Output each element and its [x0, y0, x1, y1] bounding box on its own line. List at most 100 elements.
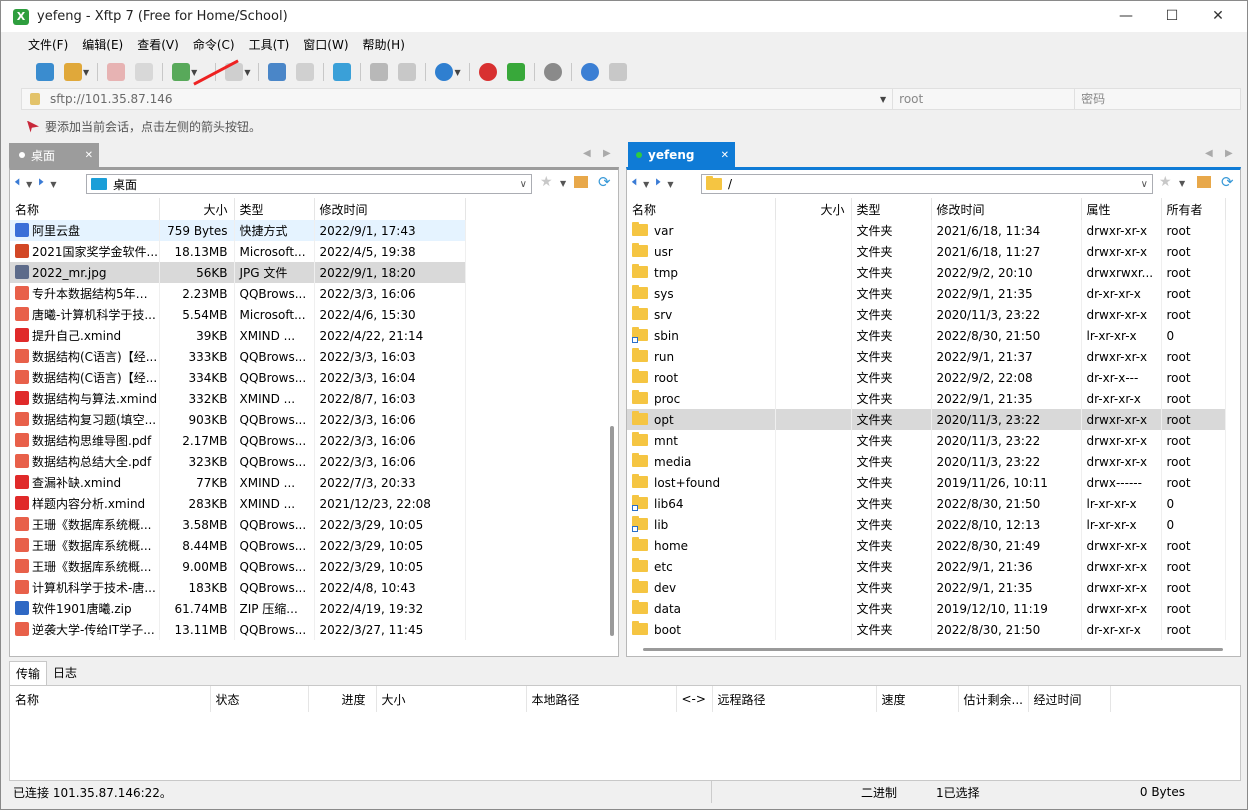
col-size[interactable]: 大小	[775, 198, 852, 220]
open-folder-icon[interactable]	[64, 63, 82, 81]
table-row[interactable]: 2021国家奖学金软件... 18.13MB Microsoft... 2022/4/…	[10, 241, 466, 262]
table-row[interactable]: 计算机科学于技术-唐... 183KB QQBrows... 2022/4/8, 10…	[10, 577, 466, 598]
new-session-icon[interactable]	[36, 63, 54, 81]
table-row[interactable]: srv 文件夹 2020/11/3, 23:22 drwxr-xr-x root	[627, 304, 1226, 325]
chevron-down-icon[interactable]: ▼	[454, 68, 460, 77]
col-remote-path[interactable]: 远程路径	[712, 686, 877, 712]
close-icon[interactable]: ✕	[85, 150, 93, 161]
address-input[interactable]: sftp://101.35.87.146	[50, 92, 880, 106]
table-row[interactable]: var 文件夹 2021/6/18, 11:34 drwxr-xr-x root	[627, 220, 1226, 241]
table-row[interactable]: 王珊《数据库系统概... 9.00MB QQBrows... 2022/3/29, 1…	[10, 556, 466, 577]
chevron-left-icon[interactable]: ◀	[583, 148, 591, 159]
table-row[interactable]: data 文件夹 2019/12/10, 11:19 drwxr-xr-x root	[627, 598, 1226, 619]
col-attributes[interactable]: 属性	[1081, 198, 1162, 220]
col-size[interactable]: 大小	[159, 198, 235, 220]
disconnect-icon[interactable]	[107, 63, 126, 81]
globe-icon[interactable]	[435, 63, 454, 81]
tab-local-desktop[interactable]: 桌面 ✕	[9, 143, 99, 167]
menu-help[interactable]: 帮助(H)	[363, 36, 405, 53]
table-row[interactable]: 数据结构复习题(填空... 903KB QQBrows... 2022/3/3, 16…	[10, 409, 466, 430]
table-row[interactable]: lost+found 文件夹 2019/11/26, 10:11 drwx------…	[627, 472, 1226, 493]
table-row[interactable]: 数据结构思维导图.pdf 2.17MB QQBrows... 2022/3/3, 16…	[10, 430, 466, 451]
col-direction[interactable]: <->	[676, 686, 713, 712]
arrow-icon[interactable]	[27, 120, 39, 133]
chevron-down-icon[interactable]: ▼	[244, 68, 250, 77]
upload-icon[interactable]	[268, 63, 287, 81]
col-modified[interactable]: 修改时间	[931, 198, 1082, 220]
forward-icon[interactable]: 🢒	[38, 171, 44, 198]
chevron-right-icon[interactable]: ▶	[1225, 148, 1233, 159]
help-icon[interactable]	[580, 63, 599, 81]
table-row[interactable]: proc 文件夹 2022/9/1, 21:35 dr-xr-xr-x root	[627, 388, 1226, 409]
chevron-down-icon[interactable]: ▼	[26, 180, 32, 189]
maximize-button[interactable]: ☐	[1149, 1, 1195, 32]
menu-view[interactable]: 查看(V)	[137, 36, 179, 53]
table-row[interactable]: 王珊《数据库系统概... 3.58MB QQBrows... 2022/3/29, 1…	[10, 514, 466, 535]
remote-path-field[interactable]: / ∨	[701, 174, 1153, 194]
table-row[interactable]: 数据结构与算法.xmind 332KB XMIND ... 2022/8/7, 16:…	[10, 388, 466, 409]
bookmark-star-icon[interactable]: ★	[1159, 174, 1172, 190]
table-row[interactable]: tmp 文件夹 2022/9/2, 20:10 drwxrwxr... root	[627, 262, 1226, 283]
tab-log[interactable]: 日志	[47, 661, 83, 685]
col-speed[interactable]: 速度	[876, 686, 959, 712]
menu-tools[interactable]: 工具(T)	[249, 36, 290, 53]
col-type[interactable]: 类型	[851, 198, 932, 220]
table-row[interactable]: lib 文件夹 2022/8/10, 12:13 lr-xr-xr-x 0	[627, 514, 1226, 535]
tab-transfer[interactable]: 传输	[9, 661, 48, 685]
chevron-down-icon[interactable]: ∨	[1141, 179, 1148, 190]
table-row[interactable]: home 文件夹 2022/8/30, 21:49 drwxr-xr-x root	[627, 535, 1226, 556]
table-row[interactable]: sbin 文件夹 2022/8/30, 21:50 lr-xr-xr-x 0	[627, 325, 1226, 346]
table-row[interactable]: usr 文件夹 2021/6/18, 11:27 drwxr-xr-x root	[627, 241, 1226, 262]
chevron-left-icon[interactable]: ◀	[1205, 148, 1213, 159]
tab-remote-yefeng[interactable]: yefeng ✕	[628, 142, 735, 168]
download-icon[interactable]	[296, 63, 315, 81]
table-row[interactable]: sys 文件夹 2022/9/1, 21:35 dr-xr-xr-x root	[627, 283, 1226, 304]
bookmark-star-icon[interactable]: ★	[540, 174, 553, 190]
paste-icon[interactable]	[398, 63, 417, 81]
sync-icon[interactable]	[333, 63, 352, 81]
table-row[interactable]: 2022_mr.jpg 56KB JPG 文件 2022/9/1, 18:20	[10, 262, 466, 283]
table-row[interactable]: 软件1901唐曦.zip 61.74MB ZIP 压缩... 2022/4/19, 1…	[10, 598, 466, 619]
local-scrollbar[interactable]	[610, 426, 614, 636]
menu-window[interactable]: 窗口(W)	[303, 36, 348, 53]
table-row[interactable]: root 文件夹 2022/9/2, 22:08 dr-xr-x--- root	[627, 367, 1226, 388]
table-row[interactable]: 逆袭大学-传给IT学子... 13.11MB QQBrows... 2022/3/27…	[10, 619, 466, 640]
table-row[interactable]: 数据结构(C语言)【经... 334KB QQBrows... 2022/3/3, 1…	[10, 367, 466, 388]
forward-icon[interactable]: 🢒	[655, 171, 661, 198]
chevron-down-icon[interactable]: ▼	[1179, 179, 1185, 188]
table-row[interactable]: 阿里云盘 759 Bytes 快捷方式 2022/9/1, 17:43	[10, 220, 466, 241]
col-owner[interactable]: 所有者	[1161, 198, 1226, 220]
table-row[interactable]: 数据结构总结大全.pdf 323KB QQBrows... 2022/3/3, 16:…	[10, 451, 466, 472]
close-icon[interactable]: ✕	[721, 150, 729, 161]
refresh-icon[interactable]: ⟳	[1221, 173, 1234, 191]
table-row[interactable]: run 文件夹 2022/9/1, 21:37 drwxr-xr-x root	[627, 346, 1226, 367]
col-local-path[interactable]: 本地路径	[526, 686, 677, 712]
table-row[interactable]: 样题内容分析.xmind 283KB XMIND ... 2021/12/23, 22…	[10, 493, 466, 514]
menu-edit[interactable]: 编辑(E)	[82, 36, 123, 53]
col-eta[interactable]: 估计剩余...	[958, 686, 1029, 712]
col-elapsed[interactable]: 经过时间	[1028, 686, 1111, 712]
table-row[interactable]: 查漏补缺.xmind 77KB XMIND ... 2022/7/3, 20:33	[10, 472, 466, 493]
chevron-down-icon[interactable]: ∨	[520, 179, 527, 190]
chevron-down-icon[interactable]: ▼	[667, 180, 673, 189]
table-row[interactable]: mnt 文件夹 2020/11/3, 23:22 drwxr-xr-x root	[627, 430, 1226, 451]
remote-h-scrollbar[interactable]	[643, 648, 1223, 651]
xftp-icon[interactable]	[506, 63, 525, 81]
copy-icon[interactable]	[370, 63, 389, 81]
chevron-down-icon[interactable]: ▼	[191, 68, 197, 77]
menu-command[interactable]: 命令(C)	[193, 36, 235, 53]
menu-file[interactable]: 文件(F)	[28, 36, 68, 53]
table-row[interactable]: 数据结构(C语言)【经... 333KB QQBrows... 2022/3/3, 1…	[10, 346, 466, 367]
chevron-right-icon[interactable]: ▶	[603, 148, 611, 159]
refresh-icon[interactable]: ⟳	[598, 173, 611, 191]
col-size[interactable]: 大小	[376, 686, 527, 712]
chevron-down-icon[interactable]: ▼	[50, 180, 56, 189]
local-path-field[interactable]: 桌面 ∨	[86, 174, 532, 194]
password-field[interactable]: 密码	[1074, 89, 1240, 109]
table-row[interactable]: lib64 文件夹 2022/8/30, 21:50 lr-xr-xr-x 0	[627, 493, 1226, 514]
col-modified[interactable]: 修改时间	[314, 198, 466, 220]
chat-icon[interactable]	[608, 63, 627, 81]
col-progress[interactable]: 进度	[308, 686, 377, 712]
col-status[interactable]: 状态	[210, 686, 309, 712]
minimize-button[interactable]: —	[1103, 1, 1149, 32]
